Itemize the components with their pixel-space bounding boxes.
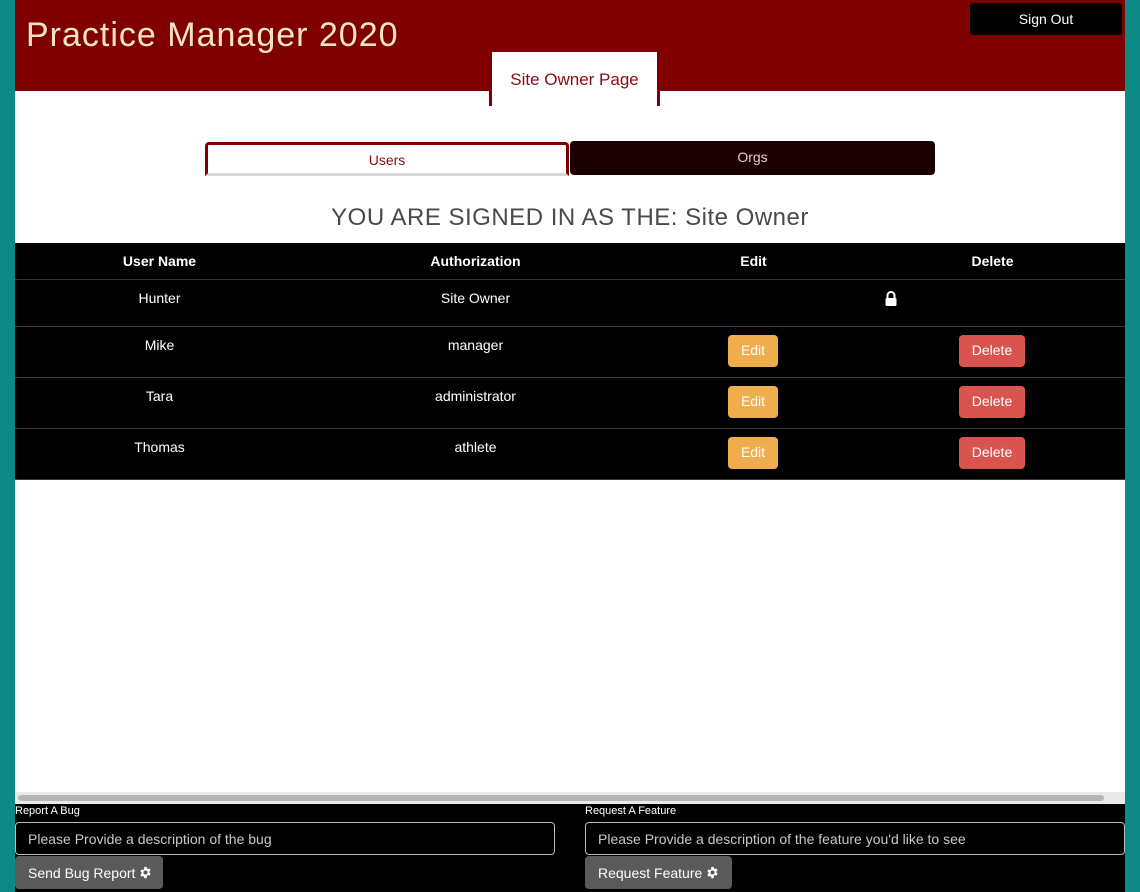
feature-description-input[interactable]	[585, 822, 1125, 855]
tab-orgs[interactable]: Orgs	[570, 141, 935, 175]
gear-icon	[707, 866, 718, 879]
authorization-cell: manager	[447, 337, 504, 353]
users-table: User Name Authorization Edit Delete Hunt…	[15, 243, 1125, 480]
edit-cell: Edit	[647, 378, 860, 428]
header-bar: Practice Manager 2020 Sign Out Site Owne…	[15, 0, 1125, 106]
delete-button[interactable]: Delete	[959, 386, 1025, 418]
feature-request-label: Request A Feature	[585, 805, 677, 817]
app-title: Practice Manager 2020	[26, 16, 399, 54]
user-name-cell: Tara	[145, 388, 174, 404]
lock-icon	[885, 291, 897, 306]
column-header: User Name	[122, 253, 197, 269]
delete-cell: Delete	[860, 429, 1125, 479]
delete-button[interactable]: Delete	[959, 437, 1025, 469]
edit-button[interactable]: Edit	[728, 386, 778, 418]
gear-icon	[140, 866, 152, 879]
table-row: Mike manager Edit Delete	[15, 327, 1125, 378]
user-name-cell: Thomas	[134, 439, 185, 455]
authorization-cell: Site Owner	[440, 290, 511, 306]
edit-cell: Edit	[647, 327, 860, 377]
request-feature-label: Request Feature	[598, 864, 703, 881]
delete-cell: Delete	[860, 378, 1125, 428]
tab-users[interactable]: Users	[205, 142, 569, 176]
table-row: Hunter Site Owner	[15, 280, 1125, 327]
authorization-cell: administrator	[435, 388, 516, 404]
send-bug-report-label: Send Bug Report	[28, 864, 136, 881]
edit-button[interactable]: Edit	[728, 437, 778, 469]
edit-cell	[647, 280, 860, 326]
column-header: Delete	[971, 253, 1014, 269]
app-window: Practice Manager 2020 Sign Out Site Owne…	[15, 0, 1125, 892]
request-feature-button[interactable]: Request Feature	[585, 856, 732, 889]
send-bug-report-button[interactable]: Send Bug Report	[15, 856, 163, 889]
table-header: User Name Authorization Edit Delete	[15, 243, 1125, 280]
bug-report-label: Report A Bug	[15, 805, 80, 817]
tab-label: Site Owner Page	[510, 70, 639, 89]
table-row: Tara administrator Edit Delete	[15, 378, 1125, 429]
delete-button[interactable]: Delete	[959, 335, 1025, 367]
signed-in-status: YOU ARE SIGNED IN AS THE: Site Owner	[331, 204, 809, 231]
user-name-cell: Mike	[144, 337, 175, 353]
column-header: Edit	[740, 253, 767, 269]
bug-description-input[interactable]	[15, 822, 555, 855]
authorization-cell: athlete	[454, 439, 497, 455]
table-row: Thomas athlete Edit Delete	[15, 429, 1125, 480]
edit-button[interactable]: Edit	[728, 335, 778, 367]
user-name-cell: Hunter	[138, 290, 181, 306]
scrollbar-thumb[interactable]	[18, 795, 1104, 801]
feedback-footer: Report A Bug Send Bug Report Request A F…	[15, 804, 1125, 892]
delete-cell: Delete	[860, 327, 1125, 377]
column-header: Authorization	[430, 253, 521, 269]
tab-site-owner-page[interactable]: Site Owner Page	[489, 52, 660, 106]
delete-cell	[860, 280, 1125, 326]
edit-cell: Edit	[647, 429, 860, 479]
sign-out-button[interactable]: Sign Out	[970, 3, 1122, 35]
horizontal-scrollbar[interactable]	[15, 792, 1125, 804]
